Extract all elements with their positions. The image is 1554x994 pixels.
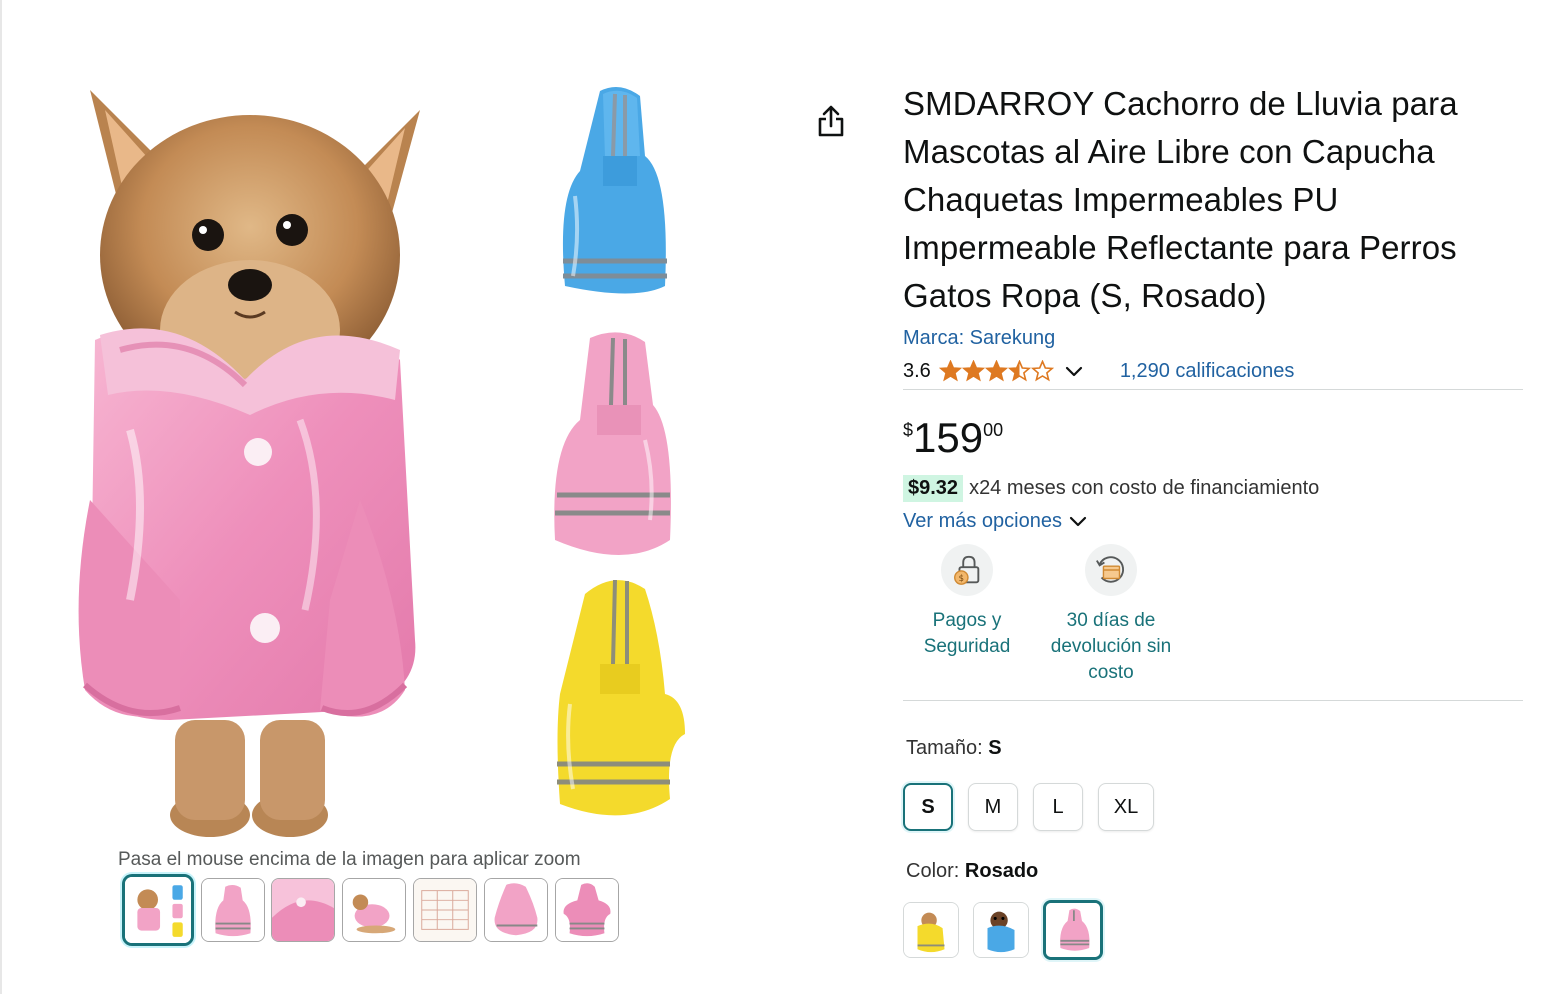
badge-text-line: devolución sin [1050,636,1172,657]
brand-link[interactable]: Marca: Sarekung [903,324,1523,352]
free-return-badge[interactable]: 30 días de devolución sin costo [1041,540,1181,686]
star-icon [961,360,985,382]
rating-row: 3.6 1,290 calificaciones [903,354,1523,388]
divider [903,700,1523,701]
financing-row: $9.32 x24 meses con costo de financiamie… [903,472,1523,504]
thumbnail-2[interactable] [201,878,265,942]
star-icon [1007,360,1031,382]
return-box-icon [1085,544,1137,596]
color-label-text: Color: [906,860,965,882]
thumbnail-1[interactable] [122,874,194,946]
size-option-m[interactable]: M [968,783,1018,831]
thumbnail-5[interactable] [413,878,477,942]
coat-pink-image [545,330,695,570]
rating-value: 3.6 [903,359,931,382]
size-option-s[interactable]: S [903,783,953,831]
star-icon [938,360,962,382]
color-label: Color: Rosado [906,860,1523,888]
payment-security-badge[interactable]: $ Pagos y Seguridad [917,540,1017,660]
badge-text-line: costo [1088,662,1134,683]
size-label: Tamaño: S [906,737,1523,765]
financing-amount: $9.32 [903,474,964,502]
page-left-border [0,0,2,994]
price: $ 159 00 [903,414,1523,466]
price-whole: 159 [913,414,984,461]
share-icon[interactable] [815,104,847,138]
coat-yellow-image [545,574,695,830]
chevron-down-icon [1069,516,1087,527]
product-details: SMDARROY Cachorro de Lluvia para Mascota… [903,80,1523,960]
more-options-label: Ver más opciones [903,509,1062,532]
thumbnail-4[interactable] [342,878,406,942]
lock-icon: $ [941,544,993,596]
thumbnail-3[interactable] [271,878,335,942]
price-fraction: 00 [983,420,1004,440]
trust-badges: $ Pagos y Seguridad 30 días de devolució… [903,540,1523,700]
chevron-down-icon[interactable] [1064,361,1084,381]
color-swatch-yellow[interactable] [903,902,959,958]
size-selected-value: S [988,737,1002,759]
size-option-xl[interactable]: XL [1098,783,1154,831]
color-selected-value: Rosado [964,860,1039,882]
size-label-text: Tamaño: [906,737,989,759]
star-rating[interactable] [938,360,1054,382]
color-selector [903,900,1523,960]
coat-blue-image [545,86,695,326]
thumbnail-6[interactable] [484,878,548,942]
badge-text-line: 30 días de [1066,610,1156,631]
product-title: SMDARROY Cachorro de Lluvia para Mascota… [903,85,1458,314]
thumbnail-7[interactable] [555,878,619,942]
svg-text:$: $ [959,574,964,584]
main-product-image[interactable] [60,80,480,850]
size-selector: S M L XL [903,780,1523,834]
price-symbol: $ [903,420,914,440]
color-swatch-blue[interactable] [973,902,1029,958]
size-option-l[interactable]: L [1033,783,1083,831]
more-options-link[interactable]: Ver más opciones [903,506,1523,536]
star-icon [984,360,1008,382]
color-swatch-pink[interactable] [1043,900,1103,960]
badge-text-line: Pagos y [932,610,1002,631]
badge-text-line: Seguridad [923,636,1011,657]
ratings-count-link[interactable]: 1,290 calificaciones [1120,360,1295,383]
divider [903,389,1523,390]
zoom-hint: Pasa el mouse encima de la imagen para a… [118,849,581,870]
financing-text: x24 meses con costo de financiamiento [969,476,1320,499]
star-icon [1030,360,1054,382]
